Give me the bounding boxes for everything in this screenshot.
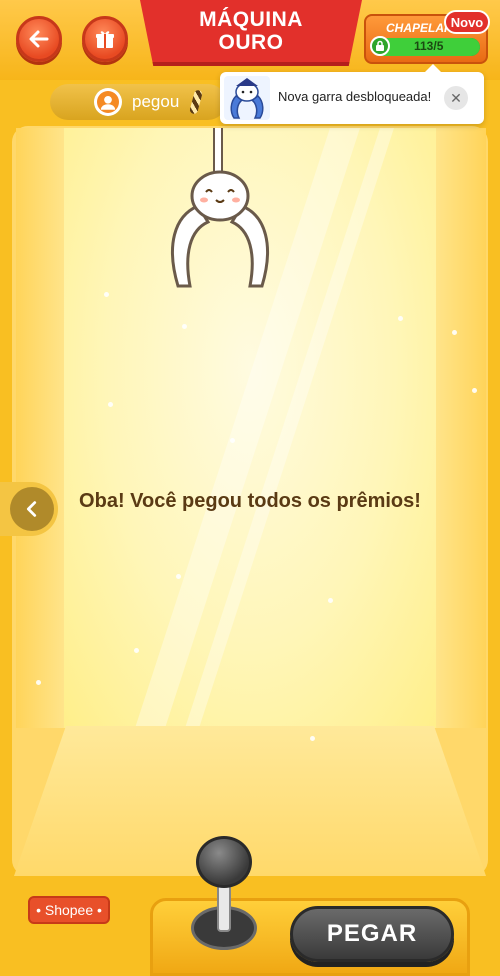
title-line-1: MÁQUINA	[199, 8, 303, 31]
back-button[interactable]	[16, 16, 62, 62]
blue-claw-icon	[230, 78, 264, 119]
toast-notification: Nova garra desbloqueada! ✕	[220, 64, 484, 124]
sparkle	[176, 574, 181, 579]
sparkle	[182, 324, 187, 329]
sparkle	[310, 736, 315, 741]
claw-progress-text: 113/5	[414, 39, 444, 53]
gift-button[interactable]	[82, 16, 128, 62]
toast-message: Nova garra desbloqueada!	[278, 89, 432, 104]
new-badge: Novo	[444, 10, 490, 34]
claw-thumbnail	[224, 76, 270, 120]
sparkle	[134, 648, 139, 653]
sparkle	[36, 680, 41, 685]
machine-title: MÁQUINA OURO	[140, 0, 362, 66]
glass-right-wall	[436, 128, 486, 728]
sparkle	[104, 292, 109, 297]
claw-name: CHAPELAR	[386, 21, 453, 35]
player-name: pegou	[132, 92, 180, 111]
sparkle	[108, 402, 113, 407]
shopee-badge[interactable]: • Shopee •	[28, 896, 110, 924]
user-icon	[97, 91, 119, 113]
sparkle	[472, 388, 477, 393]
gift-icon	[96, 31, 114, 48]
joystick[interactable]	[196, 836, 252, 888]
close-icon[interactable]: ✕	[444, 86, 468, 110]
lock-icon	[370, 36, 390, 56]
grab-button[interactable]: PEGAR	[290, 906, 454, 962]
sparkle	[398, 316, 403, 321]
avatar	[94, 88, 122, 116]
title-line-2: OURO	[218, 31, 284, 54]
arrow-left-icon	[29, 30, 49, 48]
sparkle	[230, 438, 235, 443]
previous-button[interactable]	[10, 487, 54, 531]
sparkle	[328, 598, 333, 603]
all-prizes-message: Oba! Você pegou todos os prêmios!	[79, 490, 421, 512]
chevron-left-icon	[26, 501, 37, 517]
sparkle	[452, 330, 457, 335]
glass-left-wall	[16, 128, 64, 728]
claw-icon	[170, 170, 270, 288]
